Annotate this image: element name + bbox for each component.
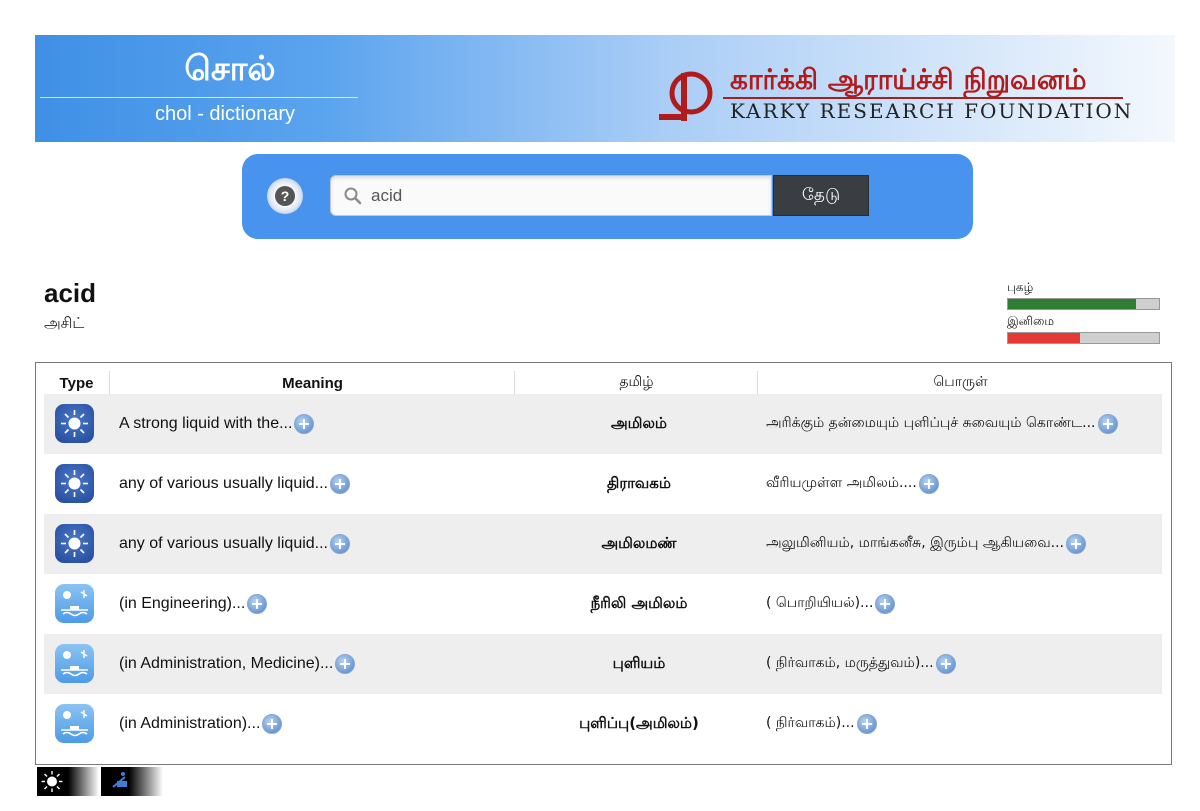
meaning-cell: any of various usually liquid... [119,514,350,574]
porul-text: ( பொறியியல்)... [766,595,874,611]
meaning-text: (in Administration, Medicine)... [119,655,334,672]
sun-icon [55,524,94,563]
porul-cell: அலுமினியம், மாங்கனீசு, இரும்பு ஆகியவை... [766,514,1086,574]
meaning-cell: A strong liquid with the... [119,394,315,454]
table-row[interactable]: any of various usually liquid... அமிலமண்… [44,514,1162,574]
meaning-cell: (in Administration, Medicine)... [119,634,356,694]
meaning-text: (in Administration)... [119,715,261,732]
porul-cell: ( நிர்வாகம்)... [766,694,877,754]
porul-cell: ( பொறியியல்)... [766,574,896,634]
column-header-type[interactable]: Type [44,371,110,395]
search-box[interactable] [330,175,772,216]
karky-logo-icon [659,71,713,121]
results-table: Type Meaning தமிழ் பொருள் A strong liqui… [35,362,1172,765]
search-button[interactable]: தேடு [773,175,869,216]
porul-cell: வீரியமுள்ள அமிலம்.... [766,454,939,514]
search-panel: ? தேடு [242,154,973,239]
meter-label-pugazh: புகழ் [1007,280,1034,294]
meter-label-inimai: இனிமை [1007,314,1055,328]
porul-text: அலுமினியம், மாங்கனீசு, இரும்பு ஆகியவை... [766,535,1064,551]
table-row[interactable]: (in Engineering)... நீரிலி அமிலம் ( பொறி… [44,574,1162,634]
porul-cell: ( நிர்வாகம், மருத்துவம்)... [766,634,956,694]
expand-plus-icon[interactable] [330,534,350,554]
column-header-porul[interactable]: பொருள் [759,371,1162,395]
expand-plus-icon[interactable] [918,474,939,494]
table-header: Type Meaning தமிழ் பொருள் [44,371,1162,395]
header-banner: சொல் chol - dictionary கார்க்கி ஆராய்ச்ச… [35,35,1175,142]
meaning-cell: any of various usually liquid... [119,454,350,514]
org-name-english: KARKY RESEARCH FOUNDATION [730,99,1134,123]
tamil-word-cell[interactable]: புளியம் [514,634,764,694]
search-input[interactable] [371,181,761,211]
porul-text: ( நிர்வாகம், மருத்துவம்)... [766,655,934,671]
porul-text: ( நிர்வாகம்)... [766,715,855,731]
brand-divider [40,97,358,98]
expand-plus-icon[interactable] [935,654,956,674]
brand-logo-tamil[interactable]: சொல் [140,49,320,93]
column-header-meaning[interactable]: Meaning [111,371,515,395]
filter-sun-button[interactable] [37,767,99,796]
engineering-icon [112,772,127,788]
expand-plus-icon[interactable] [330,474,350,494]
meaning-text: any of various usually liquid... [119,535,328,552]
expand-plus-icon[interactable] [1097,414,1118,434]
engineering-icon [55,584,94,623]
search-icon [344,187,362,205]
expand-plus-icon[interactable] [294,414,315,434]
headword-transliteration: அசிட் [44,314,85,332]
expand-plus-icon[interactable] [1066,534,1086,554]
expand-plus-icon[interactable] [262,714,283,734]
question-mark-icon: ? [275,186,295,206]
engineering-icon [55,704,94,743]
porul-cell: அரிக்கும் தன்மையும் புளிப்புச் சுவையும் … [766,394,1118,454]
expand-plus-icon[interactable] [875,594,896,614]
help-button[interactable]: ? [267,178,303,214]
meter-pugazh [1007,298,1160,310]
meaning-cell: (in Administration)... [119,694,283,754]
expand-plus-icon[interactable] [856,714,877,734]
expand-plus-icon[interactable] [247,594,268,614]
sun-icon [55,464,94,503]
meter-inimai [1007,332,1160,344]
table-row[interactable]: (in Administration, Medicine)... புளியம்… [44,634,1162,694]
tamil-word-cell[interactable]: நீரிலி அமிலம் [514,574,764,634]
tamil-word-cell[interactable]: அமிலம் [514,394,764,454]
tamil-word-cell[interactable]: திராவகம் [514,454,764,514]
engineering-icon [55,644,94,683]
expand-plus-icon[interactable] [335,654,356,674]
porul-text: அரிக்கும் தன்மையும் புளிப்புச் சுவையும் … [766,415,1096,431]
org-name-tamil: கார்க்கி ஆராய்ச்சி நிறுவனம் [730,63,1087,96]
table-row[interactable]: any of various usually liquid... திராவகம… [44,454,1162,514]
brand-subtitle: chol - dictionary [154,103,296,125]
tamil-word-cell[interactable]: புளிப்பு(அமிலம்) [514,694,764,754]
headword-title: acid [44,278,97,308]
column-header-tamil[interactable]: தமிழ் [516,371,758,395]
meaning-text: (in Engineering)... [119,595,246,612]
meaning-text: A strong liquid with the... [119,415,293,432]
meaning-text: any of various usually liquid... [119,475,328,492]
filter-engineering-button[interactable] [101,767,163,796]
meter-fill [1008,299,1137,309]
tamil-word-cell[interactable]: அமிலமண் [514,514,764,574]
meter-fill [1008,333,1081,343]
table-row[interactable]: A strong liquid with the... அமிலம் அரிக்… [44,394,1162,454]
porul-text: வீரியமுள்ள அமிலம்.... [766,475,917,491]
sun-icon [41,771,63,792]
sun-icon [55,404,94,443]
meaning-cell: (in Engineering)... [119,574,268,634]
table-row[interactable]: (in Administration)... புளிப்பு(அமிலம்) … [44,694,1162,754]
